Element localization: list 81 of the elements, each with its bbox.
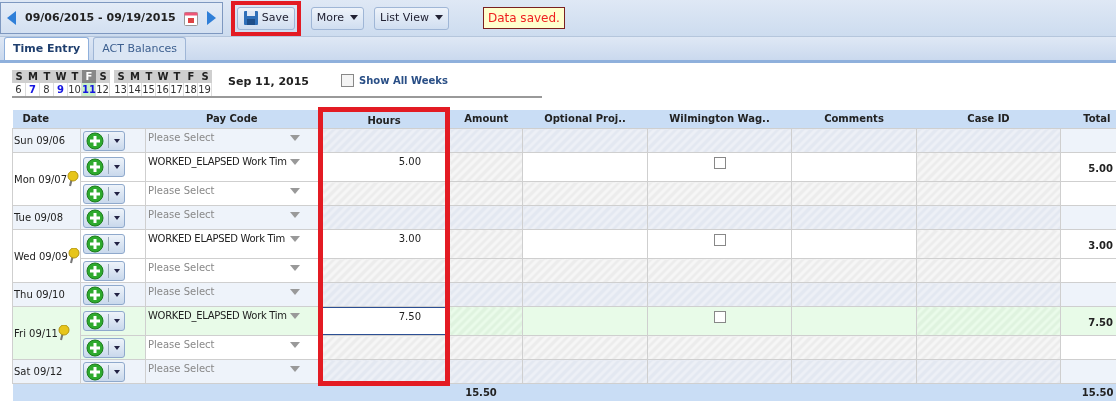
column-header: Wilmington Wag.. [647, 109, 792, 129]
caret-icon [290, 158, 300, 165]
caret-icon [290, 312, 300, 319]
caret-icon [113, 164, 121, 170]
column-header: Case ID [916, 109, 1061, 129]
caret-icon [290, 235, 300, 242]
add-entry-button[interactable] [83, 234, 125, 254]
caret-icon [290, 211, 300, 218]
checkbox-label[interactable]: Show All Weeks [359, 73, 448, 88]
column-header: Hours [320, 109, 448, 129]
column-header: Amount [447, 109, 523, 129]
caret-icon [290, 365, 300, 372]
plus-icon [86, 131, 104, 150]
add-entry-button[interactable] [83, 337, 125, 358]
plus-icon [86, 312, 104, 330]
column-header: Optional Proj.. [522, 109, 648, 129]
plus-icon [86, 338, 104, 357]
menu-button[interactable]: More [310, 6, 365, 30]
checkbox[interactable] [713, 157, 726, 169]
caret-icon [290, 264, 300, 271]
column-header: Date [12, 109, 146, 129]
caret-icon [434, 15, 443, 21]
add-entry-button[interactable] [83, 361, 125, 382]
caret-icon [113, 241, 121, 247]
row-total: 7.50 [1088, 317, 1113, 328]
add-entry-button[interactable] [83, 284, 125, 305]
checkbox[interactable] [713, 234, 726, 246]
plus-icon [86, 285, 104, 304]
caret-icon [113, 214, 121, 221]
date-label: Fri 09/11 [14, 326, 58, 341]
date-label: Mon 09/07 [14, 172, 68, 187]
caret-icon [290, 341, 300, 348]
add-entry-button[interactable] [83, 183, 125, 204]
caret-icon [113, 368, 121, 375]
tab[interactable]: Time Entry [4, 37, 90, 60]
date-range: 09/06/2015 - 09/19/2015 [25, 9, 176, 26]
caret-icon [113, 318, 121, 324]
caret-icon [113, 137, 121, 144]
plus-icon [86, 235, 104, 253]
date-label: Thu 09/10 [14, 288, 65, 302]
hours-field[interactable]: 7.50 [323, 307, 445, 335]
caret-icon [290, 288, 300, 295]
caret-icon [113, 291, 121, 298]
column-header: Total [1060, 109, 1116, 129]
row-total: 3.00 [1088, 240, 1113, 251]
add-entry-button[interactable] [83, 260, 125, 281]
plus-icon [86, 184, 104, 203]
previous-arrow-icon[interactable] [7, 11, 17, 25]
pin-icon[interactable] [57, 325, 70, 341]
date-label: Tue 09/08 [14, 211, 64, 225]
checkbox[interactable] [341, 74, 355, 87]
status-message: Data saved. [482, 7, 565, 29]
pin-icon[interactable] [67, 248, 80, 264]
tab[interactable]: ACT Balances [93, 37, 187, 60]
pin-icon[interactable] [67, 171, 80, 187]
column-header: Comments [791, 109, 917, 129]
date-label: Sat 09/12 [14, 365, 63, 379]
next-arrow-icon[interactable] [205, 11, 216, 25]
add-entry-button[interactable] [83, 130, 125, 151]
add-entry-button[interactable] [83, 157, 125, 177]
caret-icon [113, 267, 121, 274]
checkbox[interactable] [713, 311, 726, 323]
menu-button[interactable]: List View [374, 6, 449, 30]
column-header: Pay Code [145, 109, 321, 129]
add-entry-button[interactable] [83, 207, 125, 228]
selected-date: Sep 11, 2015 [228, 73, 310, 90]
caret-icon [113, 344, 121, 351]
calendar-icon[interactable] [183, 10, 198, 26]
date-label: Sun 09/06 [14, 134, 66, 148]
caret-icon [290, 134, 300, 141]
caret-icon [290, 187, 300, 194]
plus-icon [86, 261, 104, 280]
caret-icon [350, 15, 359, 21]
date-label: Wed 09/09 [14, 249, 68, 264]
plus-icon [86, 362, 104, 381]
row-total: 5.00 [1088, 163, 1113, 174]
save-button[interactable]: Save [236, 6, 295, 30]
plus-icon [86, 208, 104, 227]
caret-icon [113, 190, 121, 197]
add-entry-button[interactable] [83, 311, 125, 331]
plus-icon [86, 158, 104, 176]
